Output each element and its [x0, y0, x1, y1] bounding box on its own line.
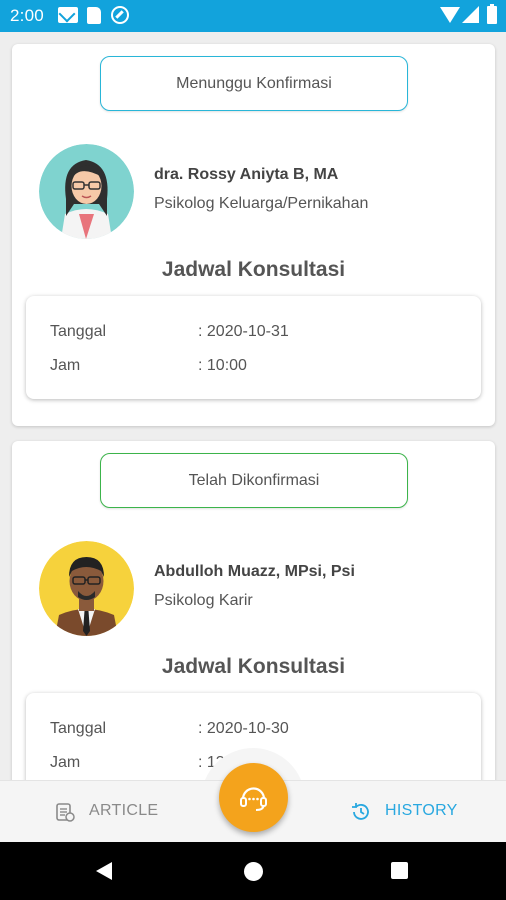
doctor-specialty: Psikolog Keluarga/Pernikahan	[154, 195, 369, 212]
consultation-fab[interactable]	[219, 763, 288, 832]
female-doctor-icon	[39, 144, 134, 239]
doctor-avatar	[39, 541, 134, 636]
recent-apps-icon[interactable]	[391, 862, 408, 879]
status-badge: Menunggu Konfirmasi	[100, 56, 408, 111]
time-label: Jam	[50, 357, 81, 374]
schedule-title: Jadwal Konsultasi	[161, 655, 346, 678]
wifi-icon	[440, 7, 460, 23]
nav-history-label: HISTORY	[385, 802, 458, 819]
schedule-title: Jadwal Konsultasi	[161, 258, 346, 281]
time-value: : 10:00	[198, 357, 247, 374]
home-icon[interactable]	[244, 862, 263, 881]
date-label: Tanggal	[50, 720, 107, 737]
do-not-disturb-icon	[111, 6, 129, 24]
time-label: Jam	[50, 754, 81, 771]
appointment-list[interactable]: Menunggu Konfirmasi dra. Rossy Aniyta B,…	[0, 32, 506, 780]
status-bar: 2:00	[0, 0, 506, 32]
appointment-card[interactable]: Telah Dikonfirmasi Abdulloh Muazz, MPsi,…	[12, 441, 495, 780]
doctor-specialty: Psikolog Karir	[154, 592, 253, 609]
nav-article-label: ARTICLE	[89, 802, 159, 819]
date-label: Tanggal	[50, 323, 107, 340]
doctor-name: dra. Rossy Aniyta B, MA	[154, 166, 339, 183]
date-value: : 2020-10-30	[198, 720, 289, 737]
gmail-notification-icon	[58, 7, 78, 23]
date-value: : 2020-10-31	[198, 323, 289, 340]
sd-card-icon	[87, 7, 101, 24]
back-icon[interactable]	[96, 862, 112, 880]
doctor-name: Abdulloh Muazz, MPsi, Psi	[154, 563, 355, 580]
battery-icon	[487, 4, 497, 24]
cell-signal-icon	[462, 6, 479, 23]
status-time: 2:00	[10, 6, 44, 25]
history-icon	[350, 801, 372, 823]
system-navigation-bar	[0, 842, 506, 900]
male-doctor-icon	[39, 541, 134, 636]
doctor-avatar	[39, 144, 134, 239]
consultation-headset-icon	[240, 787, 267, 811]
article-icon	[54, 801, 76, 823]
appointment-card[interactable]: Menunggu Konfirmasi dra. Rossy Aniyta B,…	[12, 44, 495, 426]
status-badge: Telah Dikonfirmasi	[100, 453, 408, 508]
schedule-details: Tanggal : 2020-10-31 Jam : 10:00	[26, 296, 481, 399]
